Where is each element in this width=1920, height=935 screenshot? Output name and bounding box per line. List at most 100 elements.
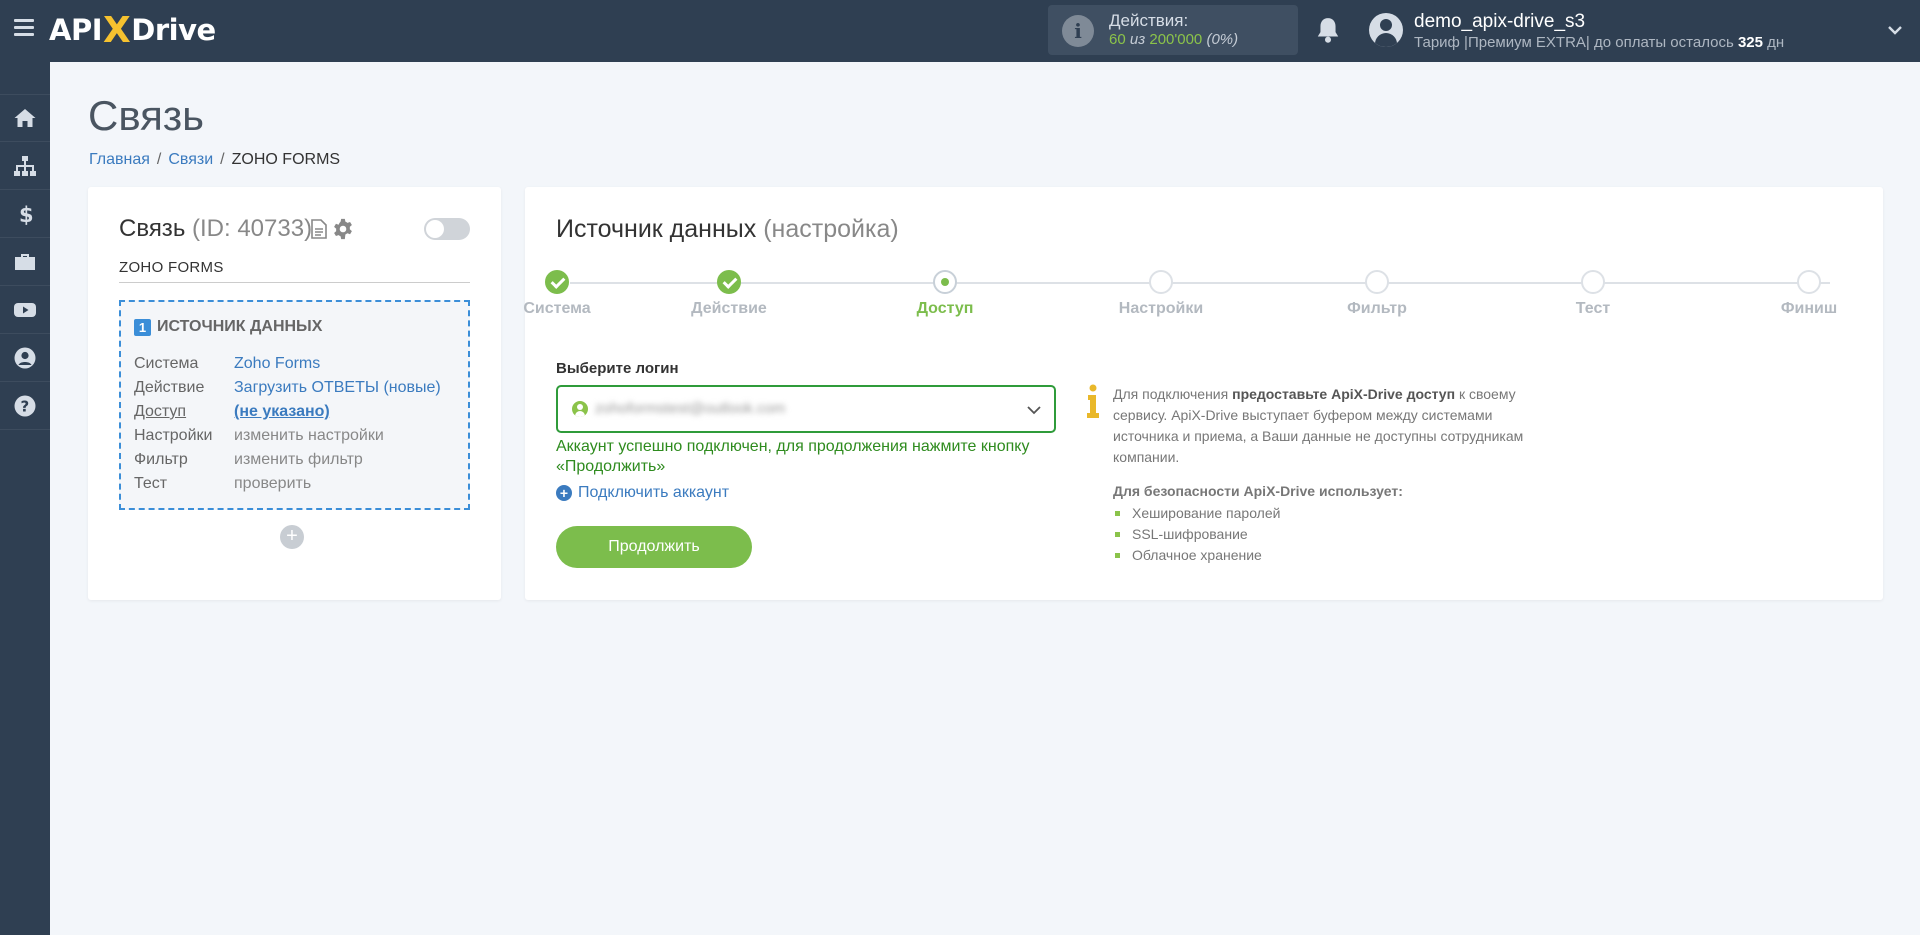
actions-total: 200'000	[1149, 31, 1203, 48]
step-label: Тест	[1575, 300, 1611, 317]
breadcrumb-home[interactable]: Главная	[89, 151, 150, 168]
actions-of: из	[1129, 31, 1146, 48]
source-heading-text: ИСТОЧНИК ДАННЫХ	[157, 318, 323, 335]
user-icon	[14, 347, 36, 368]
source-setup-title-text: Источник данных	[556, 215, 757, 243]
row-value-filter[interactable]: изменить фильтр	[234, 451, 363, 468]
sidebar-item-help[interactable]: ?	[0, 382, 50, 430]
hint-text-bold: предоставьте ApiX-Drive доступ	[1232, 386, 1456, 402]
logo-text-api: API	[49, 13, 103, 47]
source-setup-subtitle: (настройка)	[763, 215, 899, 243]
row-label: Фильтр	[134, 451, 188, 468]
sidebar-item-billing[interactable]: $	[0, 190, 50, 238]
source-block[interactable]: 1 ИСТОЧНИК ДАННЫХ Система Zoho Forms Дейс…	[119, 300, 470, 510]
row-value-system[interactable]: Zoho Forms	[234, 355, 320, 372]
step-finish: Финиш	[1749, 270, 1869, 318]
username[interactable]: demo_apix-drive_s3	[1414, 11, 1585, 33]
step-pending-icon	[1581, 270, 1605, 294]
row-label: Система	[134, 355, 199, 372]
step-pending-icon	[1797, 270, 1821, 294]
add-step-button[interactable]: +	[280, 525, 304, 549]
connection-title: Связь (ID: 40733)	[119, 215, 312, 243]
step-access[interactable]: Доступ	[885, 270, 1005, 318]
source-row-settings: Настройки изменить настройки	[134, 427, 384, 445]
info-icon	[1087, 384, 1099, 418]
sidebar: $ ?	[0, 62, 50, 935]
connection-name[interactable]: ZOHO FORMS	[119, 259, 470, 283]
connection-toggle[interactable]	[424, 218, 470, 240]
page-title: Связь	[88, 92, 205, 139]
youtube-icon	[14, 302, 36, 317]
connect-account-label: Подключить аккаунт	[578, 484, 730, 501]
row-value-settings[interactable]: изменить настройки	[234, 427, 384, 444]
info-icon: i	[1062, 15, 1094, 47]
logo[interactable]: API X Drive	[49, 10, 216, 51]
gear-icon[interactable]	[332, 218, 354, 240]
step-current-icon	[933, 270, 957, 294]
step-label: Финиш	[1780, 300, 1838, 317]
avatar[interactable]	[1369, 13, 1403, 47]
sidebar-item-connections[interactable]	[0, 142, 50, 190]
sidebar-item-home[interactable]	[0, 94, 50, 142]
step-number-badge: 1	[134, 318, 151, 336]
row-value-access[interactable]: (не указано)	[234, 403, 330, 420]
row-label: Доступ	[134, 403, 187, 420]
list-item: SSL-шифрование	[1113, 524, 1280, 545]
breadcrumb-separator: /	[220, 151, 225, 168]
source-row-system: Система Zoho Forms	[134, 355, 320, 373]
home-icon	[14, 109, 36, 127]
sidebar-item-services[interactable]	[0, 238, 50, 286]
hint-text-1: Для подключения	[1113, 386, 1233, 402]
source-setup-title: Источник данных (настройка)	[556, 215, 899, 244]
plan-info: Тариф |Премиум EXTRA| до оплаты осталось…	[1414, 34, 1784, 51]
breadcrumb-connections[interactable]: Связи	[168, 151, 213, 168]
plus-circle-icon: +	[556, 485, 572, 501]
source-row-action: Действие Загрузить ОТВЕТЫ (новые)	[134, 379, 441, 397]
success-message: Аккаунт успешно подключен, для продолжен…	[556, 438, 1030, 475]
toggle-knob	[426, 220, 444, 238]
connection-id: (ID: 40733)	[192, 215, 313, 242]
actions-used: 60	[1109, 31, 1126, 48]
chevron-down-icon[interactable]	[1887, 22, 1903, 38]
sidebar-item-account[interactable]	[0, 334, 50, 382]
plan-suffix: дн	[1767, 34, 1785, 51]
source-row-filter: Фильтр изменить фильтр	[134, 451, 363, 469]
menu-icon[interactable]	[14, 19, 34, 37]
list-item: Облачное хранение	[1113, 545, 1280, 566]
help-icon: ?	[14, 395, 36, 416]
step-label: Фильтр	[1347, 300, 1407, 317]
step-pending-icon	[1365, 270, 1389, 294]
actions-percent: (0%)	[1206, 31, 1239, 48]
breadcrumb-separator: /	[156, 151, 162, 168]
top-bar: API X Drive i Действия: 60 из 200'000 (0%)…	[0, 0, 1920, 62]
breadcrumb: Главная / Связи / ZOHO FORMS	[89, 151, 340, 169]
access-hint: Для подключения предоставьте ApiX-Drive …	[1113, 384, 1543, 468]
plan-days: 325	[1737, 34, 1763, 51]
dollar-icon: $	[19, 203, 34, 226]
step-label: Система	[523, 300, 591, 317]
source-row-access: Доступ (не указано)	[134, 403, 330, 421]
document-icon[interactable]	[311, 219, 327, 239]
plan-prefix: Тариф |Премиум EXTRA| до оплаты осталось	[1414, 34, 1734, 51]
source-row-test: Тест проверить	[134, 475, 311, 493]
login-select[interactable]: zohoformstest@outlook.com	[556, 385, 1056, 433]
row-value-action[interactable]: Загрузить ОТВЕТЫ (новые)	[234, 379, 441, 396]
source-setup-card: Источник данных (настройка) Система Дейс…	[523, 187, 1883, 600]
actions-counter: i Действия: 60 из 200'000 (0%)	[1048, 5, 1298, 55]
login-value: zohoformstest@outlook.com	[595, 400, 786, 417]
connect-account-link[interactable]: + Подключить аккаунт	[556, 484, 729, 502]
sitemap-icon	[14, 155, 36, 176]
row-label: Тест	[134, 475, 168, 492]
row-label: Действие	[134, 379, 205, 396]
login-label: Выберите логин	[556, 360, 679, 377]
step-label: Действие	[691, 300, 767, 317]
continue-button[interactable]: Продолжить	[556, 526, 752, 568]
svg-text:$: $	[19, 203, 34, 226]
sidebar-item-video[interactable]	[0, 286, 50, 334]
bell-icon[interactable]	[1315, 16, 1341, 44]
step-check-icon	[545, 270, 569, 294]
step-action[interactable]: Действие	[669, 270, 789, 318]
row-value-test[interactable]: проверить	[234, 475, 311, 492]
step-system[interactable]: Система	[497, 270, 617, 318]
list-item: Хеширование паролей	[1113, 503, 1280, 524]
